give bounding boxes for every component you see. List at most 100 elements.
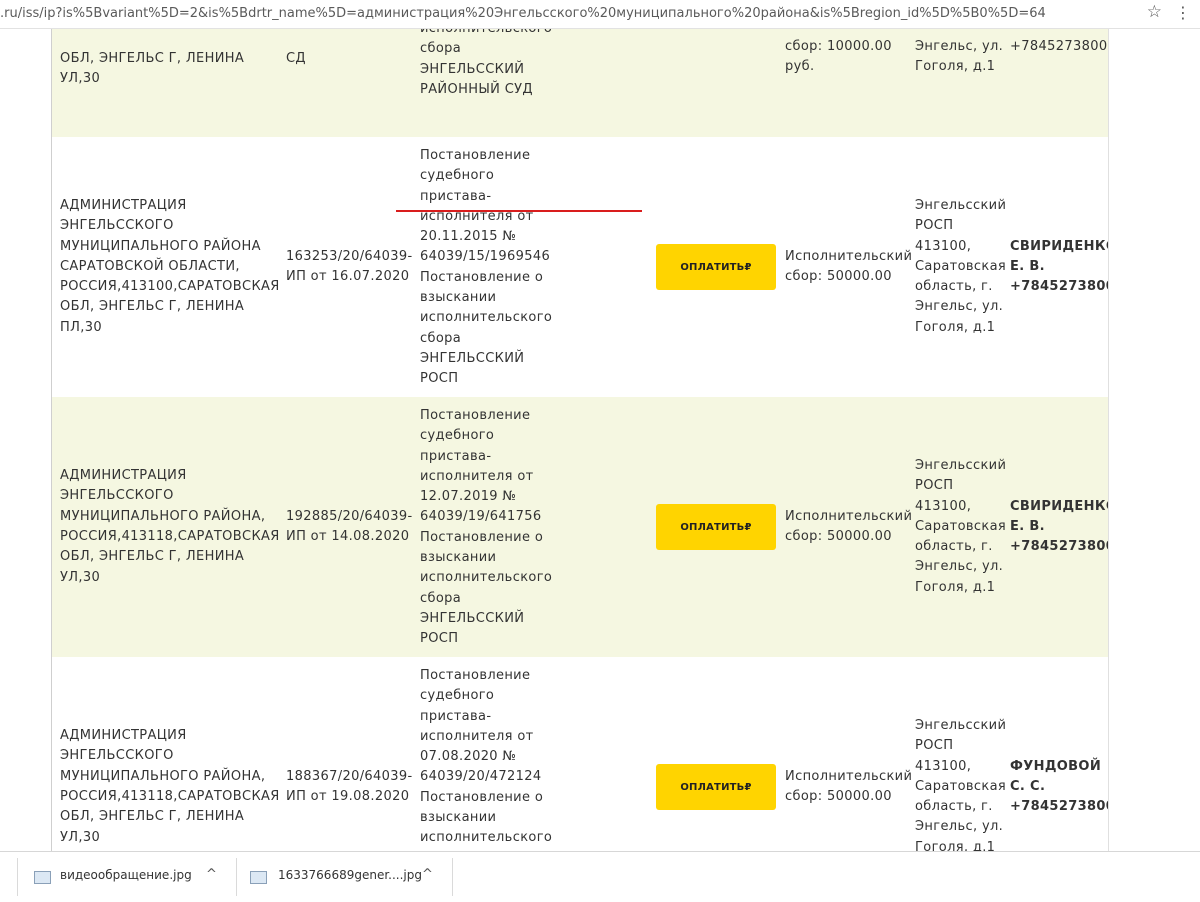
- cell-line: исполнителя от: [420, 468, 534, 484]
- cell-line: область, г.: [915, 279, 993, 295]
- result-row: АДМИНИСТРАЦИЯ ЭНГЕЛЬССКОГО МУНИЦИПАЛЬНОГО …: [52, 397, 1108, 657]
- cell-line: УЛ,30: [60, 829, 101, 845]
- cell-line: 413100,: [915, 238, 972, 254]
- browser-menu-icon[interactable]: ⋮: [1174, 3, 1192, 22]
- chevron-up-icon[interactable]: ^: [422, 867, 433, 882]
- cell-line: Постановление о: [420, 529, 544, 545]
- download-filename: 1633766689gener....jpg: [278, 868, 422, 882]
- cell-line: ЭНГЕЛЬССКИЙ: [420, 610, 525, 626]
- cell-line: 192885/20/64039-: [286, 508, 413, 524]
- cell-line: СВИРИДЕНКО: [1010, 498, 1108, 514]
- cell-line: АДМИНИСТРАЦИЯ: [60, 728, 187, 744]
- cell-line: ПЛ,30: [60, 319, 102, 335]
- debtor-cell: АДМИНИСТРАЦИЯ ЭНГЕЛЬССКОГО МУНИЦИПАЛЬНОГО …: [60, 726, 282, 848]
- cell-line: исполнительского: [420, 830, 553, 846]
- cell-line: Гоголя, д.1: [915, 839, 996, 851]
- image-file-icon: [250, 871, 267, 884]
- cell-line: исполнительского: [420, 310, 553, 326]
- cell-line: АДМИНИСТРАЦИЯ: [60, 197, 187, 213]
- cell-line: САРАТОВСКОЙ ОБЛАСТИ,: [60, 258, 240, 274]
- cell-line: РОСП: [915, 738, 954, 754]
- cell-line: ЭНГЕЛЬССКИЙ: [420, 350, 525, 366]
- cell-line: Энгельсский: [915, 457, 1007, 473]
- subject-cell: Исполнительский сбор: 50000.00: [785, 247, 911, 288]
- bailiff-cell: +78452738004: [1010, 37, 1108, 57]
- cell-line: РОСП: [420, 371, 459, 387]
- proceeding-cell: 163253/20/64039- ИП от 16.07.2020: [286, 247, 416, 288]
- cell-line: исполнительского: [420, 570, 553, 586]
- document-cell: Постановление судебного пристава-исполните…: [420, 666, 652, 851]
- page-viewport: ОБЛ, ЭНГЕЛЬС Г, ЛЕНИНА УЛ,30 СД исполнитель…: [0, 29, 1200, 851]
- bookmark-star-icon[interactable]: ☆: [1147, 2, 1162, 22]
- cell-line: область, г.: [915, 799, 993, 815]
- cell-line: ИП от 16.07.2020: [286, 268, 410, 284]
- address-bar[interactable]: .ru/iss/ip?is%5Bvariant%5D=2&is%5Bdrtr_n…: [0, 0, 1200, 29]
- result-row: АДМИНИСТРАЦИЯ ЭНГЕЛЬССКОГО МУНИЦИПАЛЬНОГО …: [52, 137, 1108, 397]
- cell-line: судебного: [420, 428, 495, 444]
- cell-line: 64039/19/641756: [420, 509, 542, 525]
- cell-line: Энгельс, ул.: [915, 299, 1004, 315]
- proceeding-cell: СД: [286, 49, 416, 69]
- download-filename: видеообращение.jpg: [60, 868, 192, 882]
- cell-line: сбора: [420, 330, 462, 346]
- cell-line: 163253/20/64039-: [286, 248, 413, 264]
- cell-line: МУНИЦИПАЛЬНОГО РАЙОНА,: [60, 508, 266, 524]
- cell-line: РОССИЯ,413118,САРАТОВСКАЯ: [60, 788, 280, 804]
- cell-line: судебного: [420, 688, 495, 704]
- cell-line: взыскании: [420, 550, 497, 566]
- cell-line: Исполнительский: [785, 508, 911, 524]
- proceeding-cell: 188367/20/64039- ИП от 19.08.2020: [286, 767, 416, 808]
- cell-line: Энгельс, ул.: [915, 39, 1004, 54]
- cell-line: +78452738004: [1010, 39, 1108, 54]
- pay-button[interactable]: ОПЛАТИТЬ₽: [656, 504, 776, 550]
- cell-line: Исполнительский: [785, 248, 911, 264]
- url-text[interactable]: .ru/iss/ip?is%5Bvariant%5D=2&is%5Bdrtr_n…: [0, 6, 1046, 21]
- cell-line: сбор: 10000.00: [785, 39, 892, 54]
- cell-line: УЛ,30: [60, 569, 101, 585]
- cell-line: пристава-: [420, 448, 492, 464]
- bailiff-cell: ФУНДОВОЙ С. С. +78452738004: [1010, 757, 1108, 818]
- department-cell: Энгельсский РОСП 413100, Саратовская область…: [915, 456, 1009, 598]
- chevron-up-icon[interactable]: ^: [206, 867, 217, 882]
- cell-line: Саратовская: [915, 778, 1007, 794]
- cell-line: 64039/15/1969546: [420, 249, 551, 265]
- cell-line: Постановление о: [420, 269, 544, 285]
- cell-line: Саратовская: [915, 258, 1007, 274]
- cell-line: исполнителя от: [420, 728, 534, 744]
- cell-line: 188367/20/64039-: [286, 768, 413, 784]
- cell-line: Е. В.: [1010, 258, 1045, 274]
- cell-line: Энгельс, ул.: [915, 819, 1004, 835]
- cell-line: 413100,: [915, 758, 972, 774]
- results-table: ОБЛ, ЭНГЕЛЬС Г, ЛЕНИНА УЛ,30 СД исполнитель…: [52, 29, 1108, 851]
- cell-line: ЭНГЕЛЬССКИЙ: [420, 61, 525, 77]
- subject-cell: Исполнительский сбор: 50000.00: [785, 507, 911, 548]
- downloads-separator: [452, 858, 453, 896]
- cell-line: ЭНГЕЛЬССКОГО: [60, 218, 174, 234]
- cell-line: РОСП: [915, 478, 954, 494]
- cell-line: +78452738004: [1010, 279, 1108, 295]
- cell-line: Энгельс, ул.: [915, 559, 1004, 575]
- download-item-0[interactable]: видеообращение.jpg ^: [18, 852, 236, 902]
- cell-line: ИП от 19.08.2020: [286, 788, 410, 804]
- pay-button[interactable]: ОПЛАТИТЬ₽: [656, 244, 776, 290]
- cell-line: Постановление о: [420, 789, 544, 805]
- cell-line: сбор: 50000.00: [785, 268, 892, 284]
- cell-line: Гоголя, д.1: [915, 59, 996, 75]
- cell-line: 64039/20/472124: [420, 769, 542, 785]
- cell-line: 12.07.2019 №: [420, 489, 517, 505]
- cell-line: +78452738004: [1010, 539, 1108, 555]
- red-annotation-underline: [396, 210, 642, 212]
- download-item-1[interactable]: 1633766689gener....jpg ^: [237, 852, 452, 902]
- pay-button[interactable]: ОПЛАТИТЬ₽: [656, 764, 776, 810]
- cell-line: МУНИЦИПАЛЬНОГО РАЙОНА: [60, 238, 261, 254]
- cell-line: СД: [286, 51, 306, 66]
- cell-line: РОСП: [915, 218, 954, 234]
- document-cell: Постановление судебного пристава-исполните…: [420, 406, 652, 650]
- cell-line: ЭНГЕЛЬССКОГО: [60, 488, 174, 504]
- cell-line: Саратовская: [915, 518, 1007, 534]
- image-file-icon: [34, 871, 51, 884]
- debtor-cell: АДМИНИСТРАЦИЯ ЭНГЕЛЬССКОГО МУНИЦИПАЛЬНОГО …: [60, 196, 282, 338]
- proceeding-cell: 192885/20/64039- ИП от 14.08.2020: [286, 507, 416, 548]
- debtor-cell: ОБЛ, ЭНГЕЛЬС Г, ЛЕНИНА УЛ,30: [60, 49, 282, 90]
- cell-line: пристава-: [420, 188, 492, 204]
